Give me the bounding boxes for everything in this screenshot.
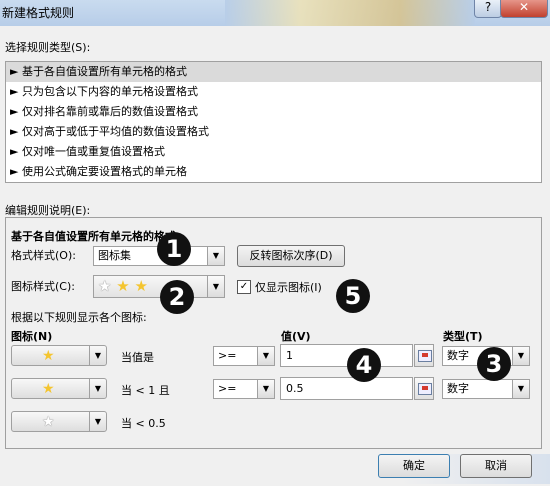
row3-condition: 当 < 0.5 xyxy=(121,417,166,430)
show-icon-only-label: 仅显示图标(I) xyxy=(255,281,322,294)
annotation-badge-3: 3 xyxy=(477,347,511,381)
row2-condition: 当 < 1 且 xyxy=(121,384,170,397)
star-empty-icon: ★ xyxy=(42,414,55,430)
rule-item-each-value[interactable]: ► 基于各自值设置所有单元格的格式 xyxy=(6,62,541,82)
show-icon-only-checkbox[interactable]: ✓ xyxy=(237,280,251,294)
row3-icon-dropdown[interactable]: ★ ▼ xyxy=(11,411,107,432)
title-background-image xyxy=(225,0,475,26)
rule-item-formula[interactable]: ► 使用公式确定要设置格式的单元格 xyxy=(6,162,541,182)
icon-column-header: 图标(N) xyxy=(11,330,53,343)
chevron-down-icon[interactable]: ▼ xyxy=(89,412,106,431)
star-half-icon: ★ xyxy=(42,381,55,397)
chevron-down-icon[interactable]: ▼ xyxy=(207,276,224,297)
rule-type-list[interactable]: ► 基于各自值设置所有单元格的格式 ► 只为包含以下内容的单元格设置格式 ► 仅… xyxy=(5,61,542,183)
star-half-icon: ★ xyxy=(116,277,130,295)
help-button[interactable]: ? xyxy=(474,0,502,18)
row1-range-select-button[interactable] xyxy=(414,344,434,367)
chevron-down-icon[interactable]: ▼ xyxy=(257,380,274,398)
row1-condition: 当值是 xyxy=(121,351,154,364)
cancel-button[interactable]: 取消 xyxy=(460,454,532,478)
star-empty-icon: ★ xyxy=(98,277,112,295)
chevron-down-icon[interactable]: ▼ xyxy=(89,379,106,398)
icon-rules-label: 根据以下规则显示各个图标: xyxy=(11,311,147,324)
annotation-badge-4: 4 xyxy=(347,348,381,382)
format-style-label: 格式样式(O): xyxy=(11,249,76,262)
annotation-badge-2: 2 xyxy=(160,280,194,314)
annotation-badge-1: 1 xyxy=(157,232,191,266)
chevron-down-icon[interactable]: ▼ xyxy=(89,346,106,365)
ok-button[interactable]: 确定 xyxy=(378,454,450,478)
format-style-value: 图标集 xyxy=(98,249,131,262)
chevron-down-icon[interactable]: ▼ xyxy=(512,347,529,365)
type-column-header: 类型(T) xyxy=(443,330,483,343)
row2-value-input[interactable]: 0.5 xyxy=(280,377,413,400)
chevron-down-icon[interactable]: ▼ xyxy=(257,347,274,365)
row2-type-dropdown[interactable]: 数字 ▼ xyxy=(442,379,530,399)
edit-rule-panel: 基于各自值设置所有单元格的格式: 格式样式(O): 图标集 ▼ 反转图标次序(D… xyxy=(5,217,542,449)
rule-item-unique-duplicate[interactable]: ► 仅对唯一值或重复值设置格式 xyxy=(6,142,541,162)
row1-operator-dropdown[interactable]: >= ▼ xyxy=(213,346,275,366)
window-title: 新建格式规则 xyxy=(2,6,75,20)
rule-heading: 基于各自值设置所有单元格的格式: xyxy=(11,230,181,243)
rule-item-average[interactable]: ► 仅对高于或低于平均值的数值设置格式 xyxy=(6,122,541,142)
row2-operator-dropdown[interactable]: >= ▼ xyxy=(213,379,275,399)
title-bar: 新建格式规则 ? ✕ xyxy=(0,0,550,26)
row2-icon-dropdown[interactable]: ★ ▼ xyxy=(11,378,107,399)
star-full-icon: ★ xyxy=(134,277,148,295)
reverse-icon-order-button[interactable]: 反转图标次序(D) xyxy=(237,245,345,267)
chevron-down-icon[interactable]: ▼ xyxy=(207,247,224,265)
close-button[interactable]: ✕ xyxy=(500,0,548,18)
star-full-icon: ★ xyxy=(42,348,55,364)
rule-item-contains[interactable]: ► 只为包含以下内容的单元格设置格式 xyxy=(6,82,541,102)
edit-rule-label: 编辑规则说明(E): xyxy=(5,204,91,217)
chevron-down-icon[interactable]: ▼ xyxy=(512,380,529,398)
icon-style-label: 图标样式(C): xyxy=(11,280,75,293)
rule-type-label: 选择规则类型(S): xyxy=(5,41,91,54)
new-format-rule-dialog: 选择规则类型(S): ► 基于各自值设置所有单元格的格式 ► 只为包含以下内容的… xyxy=(0,26,550,486)
row2-range-select-button[interactable] xyxy=(414,377,434,400)
row1-icon-dropdown[interactable]: ★ ▼ xyxy=(11,345,107,366)
annotation-badge-5: 5 xyxy=(336,279,370,313)
value-column-header: 值(V) xyxy=(281,330,311,343)
rule-item-top-bottom[interactable]: ► 仅对排名靠前或靠后的数值设置格式 xyxy=(6,102,541,122)
icon-style-dropdown[interactable]: ★ ★ ★ ▼ xyxy=(93,275,225,298)
